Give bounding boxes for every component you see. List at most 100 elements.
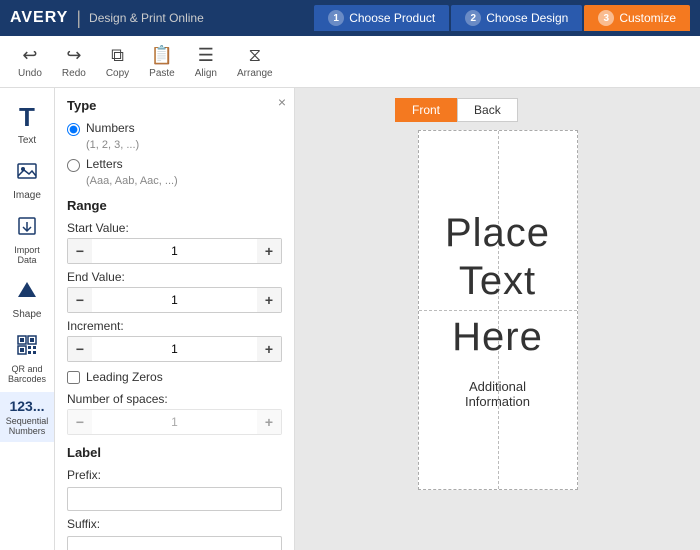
start-increment-button[interactable]: + [257,239,281,263]
align-button[interactable]: ☰ Align [187,41,225,83]
copy-icon: ⧉ [111,45,124,66]
start-decrement-button[interactable]: − [68,239,92,263]
avery-logo: AVERY [10,9,68,27]
spaces-decrement-button[interactable]: − [68,410,92,434]
type-section-title: Type [67,98,282,113]
nav-divider: | [76,8,81,29]
sidebar-item-shape[interactable]: Shape [0,273,54,326]
sidebar-item-image[interactable]: Image [0,154,54,207]
undo-icon: ↩ [22,45,37,66]
type-radio-group: Numbers (1, 2, 3, ...) Letters (Aaa, Aab… [67,121,282,188]
step-label-1: Choose Product [349,11,435,25]
sidebar-item-text[interactable]: T Text [0,96,54,152]
paste-button[interactable]: 📋 Paste [141,41,183,83]
nav-step-1[interactable]: 1 Choose Product [314,5,449,31]
end-value-input[interactable] [92,293,257,307]
top-nav: AVERY | Design & Print Online 1 Choose P… [0,0,700,36]
radio-letters[interactable]: Letters (Aaa, Aab, Aac, ...) [67,157,282,188]
sidebar-label-qr: QR andBarcodes [8,364,46,384]
nav-steps: 1 Choose Product 2 Choose Design 3 Custo… [314,5,690,31]
increment-input[interactable] [92,342,257,356]
suffix-label: Suffix: [67,517,282,531]
radio-letters-label: Letters (Aaa, Aab, Aac, ...) [86,157,178,188]
step-num-3: 3 [598,10,614,26]
prefix-input[interactable] [67,487,282,511]
sidebar-item-import[interactable]: ImportData [0,209,54,271]
arrange-button[interactable]: ⧖ Arrange [229,41,281,83]
end-value-stepper: − + [67,287,282,313]
paste-label: Paste [149,68,175,79]
radio-letters-input[interactable] [67,159,80,172]
range-section-title: Range [67,198,282,213]
main-area: T Text Image ImportData [0,88,700,550]
increment-increment-button[interactable]: + [257,337,281,361]
radio-numbers-input[interactable] [67,123,80,136]
image-icon [16,160,38,188]
increment-decrement-button[interactable]: − [68,337,92,361]
paste-icon: 📋 [151,45,173,66]
label-text-place: Place [445,211,550,259]
undo-button[interactable]: ↩ Undo [10,41,50,83]
copy-label: Copy [106,68,129,79]
tab-front[interactable]: Front [395,98,457,122]
sidebar-item-sequential[interactable]: 123... SequentialNumbers [0,392,54,442]
sidebar-item-qr[interactable]: QR andBarcodes [0,328,54,390]
canvas-tabs: Front Back [395,98,518,122]
radio-numbers-label: Numbers (1, 2, 3, ...) [86,121,139,152]
increment-label: Increment: [67,319,282,333]
nav-step-2[interactable]: 2 Choose Design [451,5,582,31]
start-value-input[interactable] [92,244,257,258]
step-label-2: Choose Design [486,11,568,25]
radio-numbers[interactable]: Numbers (1, 2, 3, ...) [67,121,282,152]
sidebar-label-image: Image [13,190,41,201]
label-text-here: Here [445,315,550,363]
qr-icon [16,334,38,362]
align-icon: ☰ [198,45,214,66]
spaces-label: Number of spaces: [67,392,282,406]
redo-icon: ↪ [66,45,81,66]
end-value-label: End Value: [67,270,282,284]
spaces-increment-button[interactable]: + [257,410,281,434]
label-text-text: Text [445,259,550,307]
step-num-2: 2 [465,10,481,26]
sidebar-label-shape: Shape [13,309,42,320]
sequential-panel: × Type Numbers (1, 2, 3, ...) Letters (A… [55,88,295,550]
copy-button[interactable]: ⧉ Copy [98,41,137,83]
sequential-icon: 123... [9,398,44,414]
label-section: Label Prefix: Suffix: [67,445,282,550]
step-num-1: 1 [328,10,344,26]
range-section: Range Start Value: − + End Value: − + In… [67,198,282,435]
toolbar: ↩ Undo ↪ Redo ⧉ Copy 📋 Paste ☰ Align ⧖ A… [0,36,700,88]
end-decrement-button[interactable]: − [68,288,92,312]
leading-zeros-label: Leading Zeros [86,370,163,384]
panel-close-button[interactable]: × [278,94,286,110]
label-preview: Place Text Here AdditionalInformation [418,130,578,490]
increment-stepper: − + [67,336,282,362]
start-value-label: Start Value: [67,221,282,235]
import-icon [16,215,38,243]
label-content: Place Text Here AdditionalInformation [445,211,550,409]
text-icon: T [19,102,35,133]
label-additional-info: AdditionalInformation [445,379,550,409]
arrange-icon: ⧖ [248,45,261,66]
step-label-3: Customize [619,11,676,25]
tab-back[interactable]: Back [457,98,518,122]
align-label: Align [195,68,217,79]
suffix-input[interactable] [67,536,282,550]
sidebar-label-text: Text [18,135,36,146]
start-value-stepper: − + [67,238,282,264]
shape-icon [16,279,38,307]
canvas-area: Front Back Place Text Here AdditionalInf… [295,88,700,550]
redo-button[interactable]: ↪ Redo [54,41,94,83]
spaces-input[interactable] [92,415,257,429]
sidebar-label-sequential: SequentialNumbers [6,416,49,436]
sidebar-label-import: ImportData [14,245,40,265]
prefix-label: Prefix: [67,468,282,482]
leading-zeros-row: Leading Zeros [67,370,282,384]
end-increment-button[interactable]: + [257,288,281,312]
leading-zeros-checkbox[interactable] [67,371,80,384]
nav-step-3[interactable]: 3 Customize [584,5,690,31]
undo-label: Undo [18,68,42,79]
nav-subtitle: Design & Print Online [89,11,204,25]
label-section-title: Label [67,445,282,460]
